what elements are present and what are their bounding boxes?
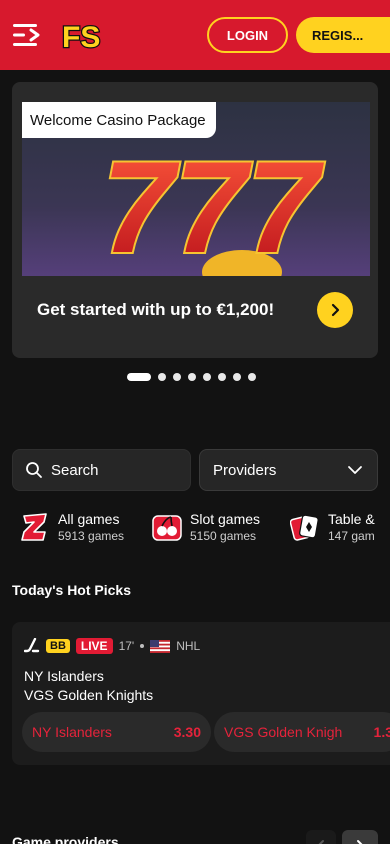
promo-headline: Get started with up to €1,200! (37, 300, 275, 319)
search-label: Search (51, 461, 99, 479)
category-name: All games (58, 511, 120, 527)
providers-dropdown[interactable]: Providers (199, 449, 378, 491)
z-logo-icon (20, 512, 50, 542)
carousel-dots (127, 373, 256, 381)
providers-prev-button[interactable] (306, 830, 336, 844)
chevron-right-icon (331, 303, 340, 317)
us-flag-icon (150, 639, 171, 653)
fs-logo[interactable]: FS (60, 18, 106, 52)
search-icon (26, 462, 42, 478)
menu-icon[interactable] (13, 22, 41, 48)
category-name: Table & (328, 511, 375, 527)
match-meta: BB LIVE 17' NHL (24, 637, 200, 655)
carousel-dot-6[interactable] (218, 373, 226, 381)
category-count: 5150 games (190, 529, 257, 543)
providers-next-button[interactable] (342, 830, 378, 844)
bet-builder-badge: BB (46, 639, 70, 653)
odd-value: 1.3 (373, 724, 390, 740)
chevron-down-icon (348, 466, 362, 474)
team-home: NY Islanders (24, 668, 104, 684)
carousel-dot-3[interactable] (173, 373, 181, 381)
carousel-dot-1[interactable] (127, 373, 151, 381)
cherries-icon (152, 512, 182, 542)
odd-button-away[interactable]: VGS Golden Knigh 1.3 (214, 712, 390, 752)
hot-picks-title: Today's Hot Picks (12, 582, 131, 598)
game-categories: All games 5913 games Slot games 5150 gam… (0, 506, 390, 548)
chevron-right-icon (357, 840, 363, 844)
odd-label: VGS Golden Knigh (224, 724, 343, 740)
separator-dot (140, 644, 145, 648)
category-name: Slot games (190, 511, 261, 527)
register-button[interactable]: REGIS... (296, 17, 390, 53)
playing-cards-icon (290, 512, 320, 542)
match-card[interactable]: BB LIVE 17' NHL NY Islanders VGS Golden … (12, 622, 390, 765)
team-away: VGS Golden Knights (24, 687, 154, 703)
carousel-dot-5[interactable] (203, 373, 211, 381)
promo-badge: Welcome Casino Package (22, 102, 216, 138)
carousel-dot-4[interactable] (188, 373, 196, 381)
category-count: 147 gam (328, 529, 375, 543)
carousel-dot-8[interactable] (248, 373, 256, 381)
top-header: FS LOGIN REGIS... (0, 0, 390, 70)
hockey-stick-icon (24, 638, 40, 653)
promo-next-button[interactable] (317, 292, 353, 328)
category-slot-games[interactable]: Slot games 5150 games (152, 506, 260, 548)
chevron-left-icon (318, 840, 324, 844)
svg-text:FS: FS (62, 21, 100, 52)
carousel-dot-2[interactable] (158, 373, 166, 381)
league-name: NHL (176, 639, 201, 653)
category-all-games[interactable]: All games 5913 games (20, 506, 124, 548)
svg-text:777: 777 (102, 134, 325, 276)
search-input[interactable]: Search (12, 449, 191, 491)
odd-value: 3.30 (173, 724, 201, 740)
providers-label: Providers (213, 461, 277, 479)
promo-card[interactable]: 777 Welcome Casino Package Get started w… (12, 82, 378, 358)
carousel-dot-7[interactable] (233, 373, 241, 381)
live-badge: LIVE (75, 638, 113, 654)
category-count: 5913 games (58, 529, 125, 543)
login-button[interactable]: LOGIN (207, 17, 288, 53)
match-minute: 17' (118, 639, 135, 653)
odd-button-home[interactable]: NY Islanders 3.30 (22, 712, 211, 752)
category-table-games[interactable]: Table & 147 gam (290, 506, 375, 548)
game-providers-title: Game providers (12, 834, 119, 844)
odd-label: NY Islanders (32, 724, 112, 740)
